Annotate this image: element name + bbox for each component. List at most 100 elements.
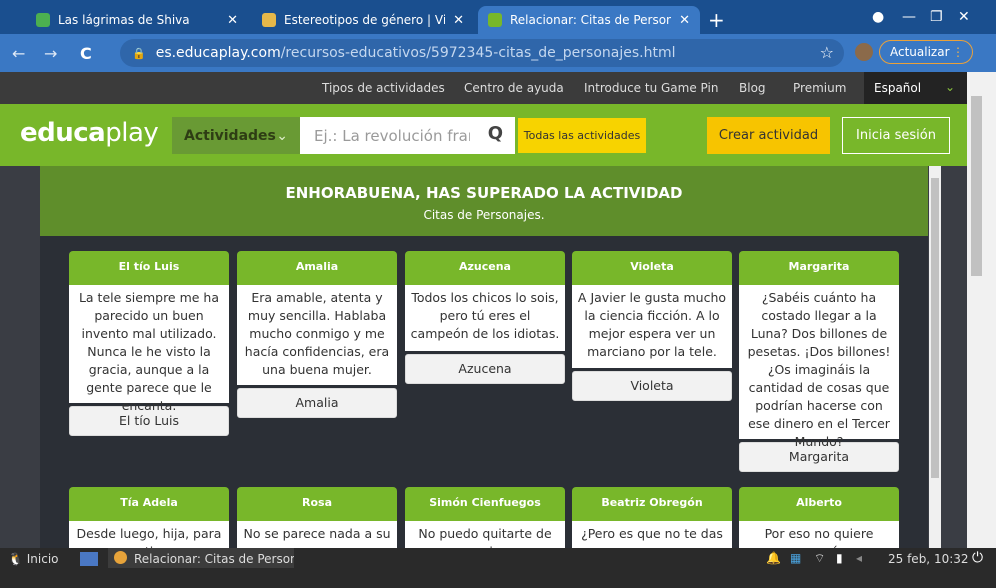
card-header: Amalia xyxy=(237,251,397,285)
character-card: Amalia Era amable, atenta y muy sencilla… xyxy=(237,251,397,418)
reload-icon[interactable]: C xyxy=(80,44,92,63)
character-card: Rosa No se parece nada a su xyxy=(237,487,397,548)
start-label: Inicio xyxy=(26,552,59,566)
minimize-icon[interactable]: — xyxy=(902,9,916,25)
wifi-icon[interactable]: ⌔ xyxy=(814,551,825,566)
new-tab-icon[interactable]: + xyxy=(708,8,725,32)
character-card: Violeta A Javier le gusta mucho la cienc… xyxy=(572,251,732,401)
character-card: Simón Cienfuegos No puedo quitarte de mi xyxy=(405,487,565,548)
tab-favicon-icon xyxy=(262,13,276,27)
logo-part-bold: educa xyxy=(20,118,106,148)
card-quote: A Javier le gusta mucho la ciencia ficci… xyxy=(572,285,732,368)
card-header: Margarita xyxy=(739,251,899,285)
character-card: Alberto Por eso no quiere mamá xyxy=(739,487,899,548)
task-label: Relacionar: Citas de Persona... xyxy=(134,552,294,566)
browser-tab-1[interactable]: Las lágrimas de Shiva ✕ xyxy=(26,6,248,34)
volume-icon[interactable]: ◂ xyxy=(856,551,862,565)
url-path: /recursos-educativos/5972345-citas_de_pe… xyxy=(280,45,676,61)
start-menu-button[interactable]: 🐧 Inicio xyxy=(8,552,59,566)
character-card: Beatriz Obregón ¿Pero es que no te das xyxy=(572,487,732,548)
browser-tab-strip: Las lágrimas de Shiva ✕ Estereotipos de … xyxy=(0,0,996,34)
browser-account-icon[interactable]: ● xyxy=(872,9,884,25)
all-activities-button[interactable]: Todas las actividades xyxy=(518,118,646,153)
update-button[interactable]: Actualizar ⋮ xyxy=(879,40,973,64)
os-taskbar: 🐧 Inicio Relacionar: Citas de Persona...… xyxy=(0,548,996,588)
notification-bell-icon[interactable]: 🔔 xyxy=(766,551,781,565)
character-card: Tía Adela Desde luego, hija, para ti xyxy=(69,487,229,548)
chrome-icon xyxy=(114,551,127,564)
nav-game-pin[interactable]: Introduce tu Game Pin xyxy=(584,81,718,95)
card-header: Alberto xyxy=(739,487,899,521)
card-header: Violeta xyxy=(572,251,732,285)
card-header: Rosa xyxy=(237,487,397,521)
taskbar-chrome-window[interactable]: Relacionar: Citas de Persona... xyxy=(108,548,294,568)
tab-close-icon[interactable]: ✕ xyxy=(453,13,464,28)
tab-title: Las lágrimas de Shiva xyxy=(58,13,190,27)
close-window-icon[interactable]: ✕ xyxy=(958,9,970,25)
desktop-icon[interactable] xyxy=(80,552,98,566)
tab-close-icon[interactable]: ✕ xyxy=(679,13,690,28)
network-icon[interactable]: ▦ xyxy=(790,551,801,565)
nav-centro-ayuda[interactable]: Centro de ayuda xyxy=(464,81,564,95)
activities-dropdown[interactable]: Actividades ⌄ xyxy=(172,117,300,154)
card-header: El tío Luis xyxy=(69,251,229,285)
card-header: Tía Adela xyxy=(69,487,229,521)
chevron-down-icon: ⌄ xyxy=(944,80,955,94)
card-quote: ¿Pero es que no te das xyxy=(572,521,732,548)
card-header: Beatriz Obregón xyxy=(572,487,732,521)
search-box: Q xyxy=(300,117,515,154)
tab-title: Relacionar: Citas de Personajes xyxy=(510,13,672,27)
browser-tab-3-active[interactable]: Relacionar: Citas de Personajes ✕ xyxy=(478,6,700,34)
language-selector[interactable]: Español ⌄ xyxy=(864,72,967,104)
login-button[interactable]: Inicia sesión xyxy=(842,117,950,154)
result-banner: ENHORABUENA, HAS SUPERADO LA ACTIVIDAD C… xyxy=(40,166,928,236)
character-card: Azucena Todos los chicos lo sois, pero t… xyxy=(405,251,565,384)
card-quote: No se parece nada a su xyxy=(237,521,397,548)
menu-dots-icon[interactable]: ⋮ xyxy=(952,45,964,59)
logo-part-light: play xyxy=(105,118,159,148)
address-bar: ← → C 🔒 es.educaplay.com/recursos-educat… xyxy=(0,34,996,72)
bookmark-star-icon[interactable]: ☆ xyxy=(820,43,834,62)
result-subtitle: Citas de Personajes. xyxy=(423,208,545,222)
browser-tab-2[interactable]: Estereotipos de género | Viaje ✕ xyxy=(252,6,474,34)
page-scrollbar[interactable] xyxy=(967,72,996,548)
clock[interactable]: 25 feb, 10:32 xyxy=(888,552,969,566)
activities-label: Actividades xyxy=(184,127,276,144)
forward-icon[interactable]: → xyxy=(44,44,57,63)
search-icon[interactable]: Q xyxy=(488,123,503,144)
nav-blog[interactable]: Blog xyxy=(739,81,766,95)
url-field[interactable]: 🔒 es.educaplay.com/recursos-educativos/5… xyxy=(120,39,844,67)
scrollbar-thumb[interactable] xyxy=(931,178,939,478)
battery-icon[interactable]: ▮ xyxy=(836,551,843,565)
activity-scrollbar[interactable] xyxy=(929,166,941,548)
site-top-nav: Tipos de actividades Centro de ayuda Int… xyxy=(0,72,967,104)
search-input[interactable] xyxy=(300,118,470,153)
character-card: Margarita ¿Sabéis cuánto ha costado lleg… xyxy=(739,251,899,472)
back-icon[interactable]: ← xyxy=(12,44,25,63)
educaplay-logo[interactable]: educaplay xyxy=(20,118,159,148)
card-quote: No puedo quitarte de mi xyxy=(405,521,565,548)
card-answer[interactable]: Amalia xyxy=(237,388,397,418)
card-answer[interactable]: Azucena xyxy=(405,354,565,384)
card-quote: Era amable, atenta y muy sencilla. Habla… xyxy=(237,285,397,385)
lock-icon: 🔒 xyxy=(132,46,146,60)
power-icon[interactable]: ⏻ xyxy=(972,550,983,566)
nav-tipos-actividades[interactable]: Tipos de actividades xyxy=(322,81,445,95)
restore-icon[interactable]: ❐ xyxy=(930,9,943,25)
update-label: Actualizar xyxy=(890,45,950,59)
nav-premium[interactable]: Premium xyxy=(793,81,846,95)
scrollbar-thumb[interactable] xyxy=(971,96,982,276)
card-quote: La tele siempre me ha parecido un buen i… xyxy=(69,285,229,413)
profile-avatar[interactable] xyxy=(853,41,875,63)
url-domain: es.educaplay.com xyxy=(155,45,281,61)
chevron-down-icon: ⌄ xyxy=(276,127,288,144)
card-answer[interactable]: Violeta xyxy=(572,371,732,401)
card-header: Simón Cienfuegos xyxy=(405,487,565,521)
language-label: Español xyxy=(874,81,922,95)
create-activity-button[interactable]: Crear actividad xyxy=(707,117,830,154)
card-quote: Por eso no quiere mamá xyxy=(739,521,899,548)
tab-favicon-icon xyxy=(36,13,50,27)
card-header: Azucena xyxy=(405,251,565,285)
tab-title: Estereotipos de género | Viaje xyxy=(284,13,446,27)
tab-close-icon[interactable]: ✕ xyxy=(227,13,238,28)
